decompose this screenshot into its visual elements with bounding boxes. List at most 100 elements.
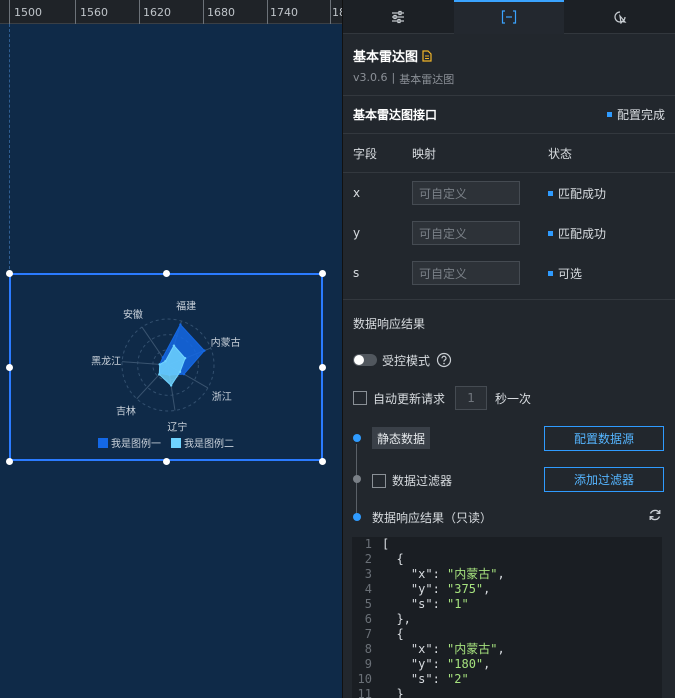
status-dot xyxy=(548,230,553,236)
radar-indicator-label: 福建 xyxy=(176,300,196,313)
version-separator: | xyxy=(391,71,396,84)
line-number: 5 xyxy=(364,597,372,611)
radar-indicator-label: 辽宁 xyxy=(167,420,187,433)
ruler-tick xyxy=(75,0,76,24)
status-dot xyxy=(548,190,553,196)
config-data-source-button[interactable]: 配置数据源 xyxy=(544,426,664,451)
step-dot-active xyxy=(353,513,361,521)
response-section-title: 数据响应结果 xyxy=(353,316,426,331)
field-name: y xyxy=(353,226,361,240)
auto-update-row: 自动更新请求 1 秒一次 xyxy=(343,378,675,418)
code-token: "内蒙古" xyxy=(447,567,498,581)
resize-handle-left[interactable] xyxy=(6,364,13,371)
tab-interaction[interactable] xyxy=(564,0,675,34)
ruler-tick xyxy=(267,0,268,24)
field-name: s xyxy=(353,266,360,280)
code-line: 4 "y": "375", xyxy=(352,582,662,597)
code-token: "375" xyxy=(447,582,484,596)
radar-data-point xyxy=(183,357,187,360)
radar-chart-widget[interactable]: 福建 内蒙古 浙江 辽宁 吉林 黑龙江 安徽 我是图例一 我是图例二 xyxy=(9,273,323,461)
radar-indicator-label: 黑龙江 xyxy=(91,355,121,368)
code-token: "x": xyxy=(382,642,448,656)
editor-canvas[interactable]: 1500 1560 1620 1680 1740 18 福建内蒙古浙江辽宁 吉林 黑… xyxy=(0,0,342,698)
radar-data-point xyxy=(158,363,161,366)
code-token: "s": xyxy=(382,597,448,611)
line-number: 7 xyxy=(364,627,372,641)
radar-data-point xyxy=(158,373,161,376)
code-token: , xyxy=(497,642,505,656)
code-token: "x": xyxy=(382,567,448,581)
code-line: 2 { xyxy=(352,552,662,567)
ruler-label: 18 xyxy=(332,6,342,19)
code-token: , xyxy=(483,657,491,671)
line-number: 4 xyxy=(364,582,372,596)
ruler-label: 1500 xyxy=(14,6,42,19)
field-status: 匹配成功 xyxy=(548,225,606,242)
auto-update-checkbox[interactable] xyxy=(353,391,367,405)
line-number: 8 xyxy=(364,642,372,656)
code-line: 11 } xyxy=(352,687,662,698)
mapping-input-y[interactable]: 可自定义 xyxy=(412,221,520,245)
ruler-label: 1560 xyxy=(80,6,108,19)
radar-indicator-label: 安徽 xyxy=(123,308,143,321)
filter-label: 数据过滤器 xyxy=(392,474,453,488)
legend-label: 我是图例一 xyxy=(111,437,161,450)
code-token: , xyxy=(483,582,491,596)
tab-settings[interactable] xyxy=(343,0,454,34)
code-token: { xyxy=(382,552,404,566)
add-filter-button[interactable]: 添加过滤器 xyxy=(544,467,664,492)
controlled-mode-toggle[interactable] xyxy=(353,354,377,366)
code-line: 3 "x": "内蒙古", xyxy=(352,567,662,582)
help-icon[interactable] xyxy=(436,352,452,368)
widget-subtitle: 基本雷达图 xyxy=(399,73,455,86)
static-data-tag[interactable]: 静态数据 xyxy=(372,427,431,449)
tab-data[interactable] xyxy=(453,0,565,34)
controlled-mode-label: 受控模式 xyxy=(382,353,431,368)
line-number: 6 xyxy=(364,612,372,626)
resize-handle-right[interactable] xyxy=(319,364,326,371)
code-token: , xyxy=(497,567,505,581)
mapping-input-x[interactable]: 可自定义 xyxy=(412,181,520,205)
filter-checkbox[interactable] xyxy=(372,473,386,488)
field-row-y: y 可自定义 匹配成功 xyxy=(343,213,675,253)
document-icon[interactable] xyxy=(422,49,432,62)
mapping-input-s[interactable]: 可自定义 xyxy=(412,261,520,285)
step-dot xyxy=(353,475,361,483)
column-mapping: 映射 xyxy=(412,146,437,161)
line-number: 2 xyxy=(364,552,372,566)
resize-handle-bottom-right[interactable] xyxy=(319,458,326,465)
code-line: 6 }, xyxy=(352,612,662,627)
api-status: 配置完成 xyxy=(606,106,665,123)
refresh-icon[interactable] xyxy=(648,508,662,522)
column-status: 状态 xyxy=(548,146,573,161)
resize-handle-bottom-left[interactable] xyxy=(6,458,13,465)
api-title: 基本雷达图接口 xyxy=(353,108,438,122)
resize-handle-top-right[interactable] xyxy=(319,270,326,277)
line-number: 11 xyxy=(357,687,372,698)
sliders-icon xyxy=(392,10,405,24)
field-status-label: 可选 xyxy=(558,266,583,281)
resize-handle-bottom[interactable] xyxy=(163,458,170,465)
api-row: 基本雷达图接口 配置完成 xyxy=(343,96,675,134)
radar-data-point xyxy=(203,349,206,352)
line-number: 10 xyxy=(357,672,372,686)
code-line: 5 "s": "1" xyxy=(352,597,662,612)
controlled-mode-row: 受控模式 xyxy=(343,342,675,378)
field-row-x: x 可自定义 匹配成功 xyxy=(343,173,675,213)
radar-indicator-label: 吉林 xyxy=(116,405,136,418)
ruler-tick xyxy=(9,0,10,24)
radar-indicator-label: 浙江 xyxy=(212,391,232,403)
interval-unit: 秒一次 xyxy=(495,391,532,406)
response-code-viewer[interactable]: 1[2 {3 "x": "内蒙古", 4 "y": "375", 5 "s": "1… xyxy=(352,537,662,698)
resize-handle-top[interactable] xyxy=(163,270,170,277)
radar-data-point xyxy=(179,323,182,326)
radar-data-point xyxy=(169,384,173,387)
interaction-icon xyxy=(614,11,627,24)
code-token: }, xyxy=(382,612,411,626)
ruler-label: 1680 xyxy=(207,6,235,19)
field-table: x 可自定义 匹配成功 y 可自定义 匹配成功 s 可自定义 可选 xyxy=(343,173,675,300)
interval-input[interactable]: 1 xyxy=(455,386,488,410)
resize-handle-top-left[interactable] xyxy=(6,270,13,277)
field-status-label: 匹配成功 xyxy=(558,186,607,201)
ruler-tick xyxy=(139,0,140,24)
